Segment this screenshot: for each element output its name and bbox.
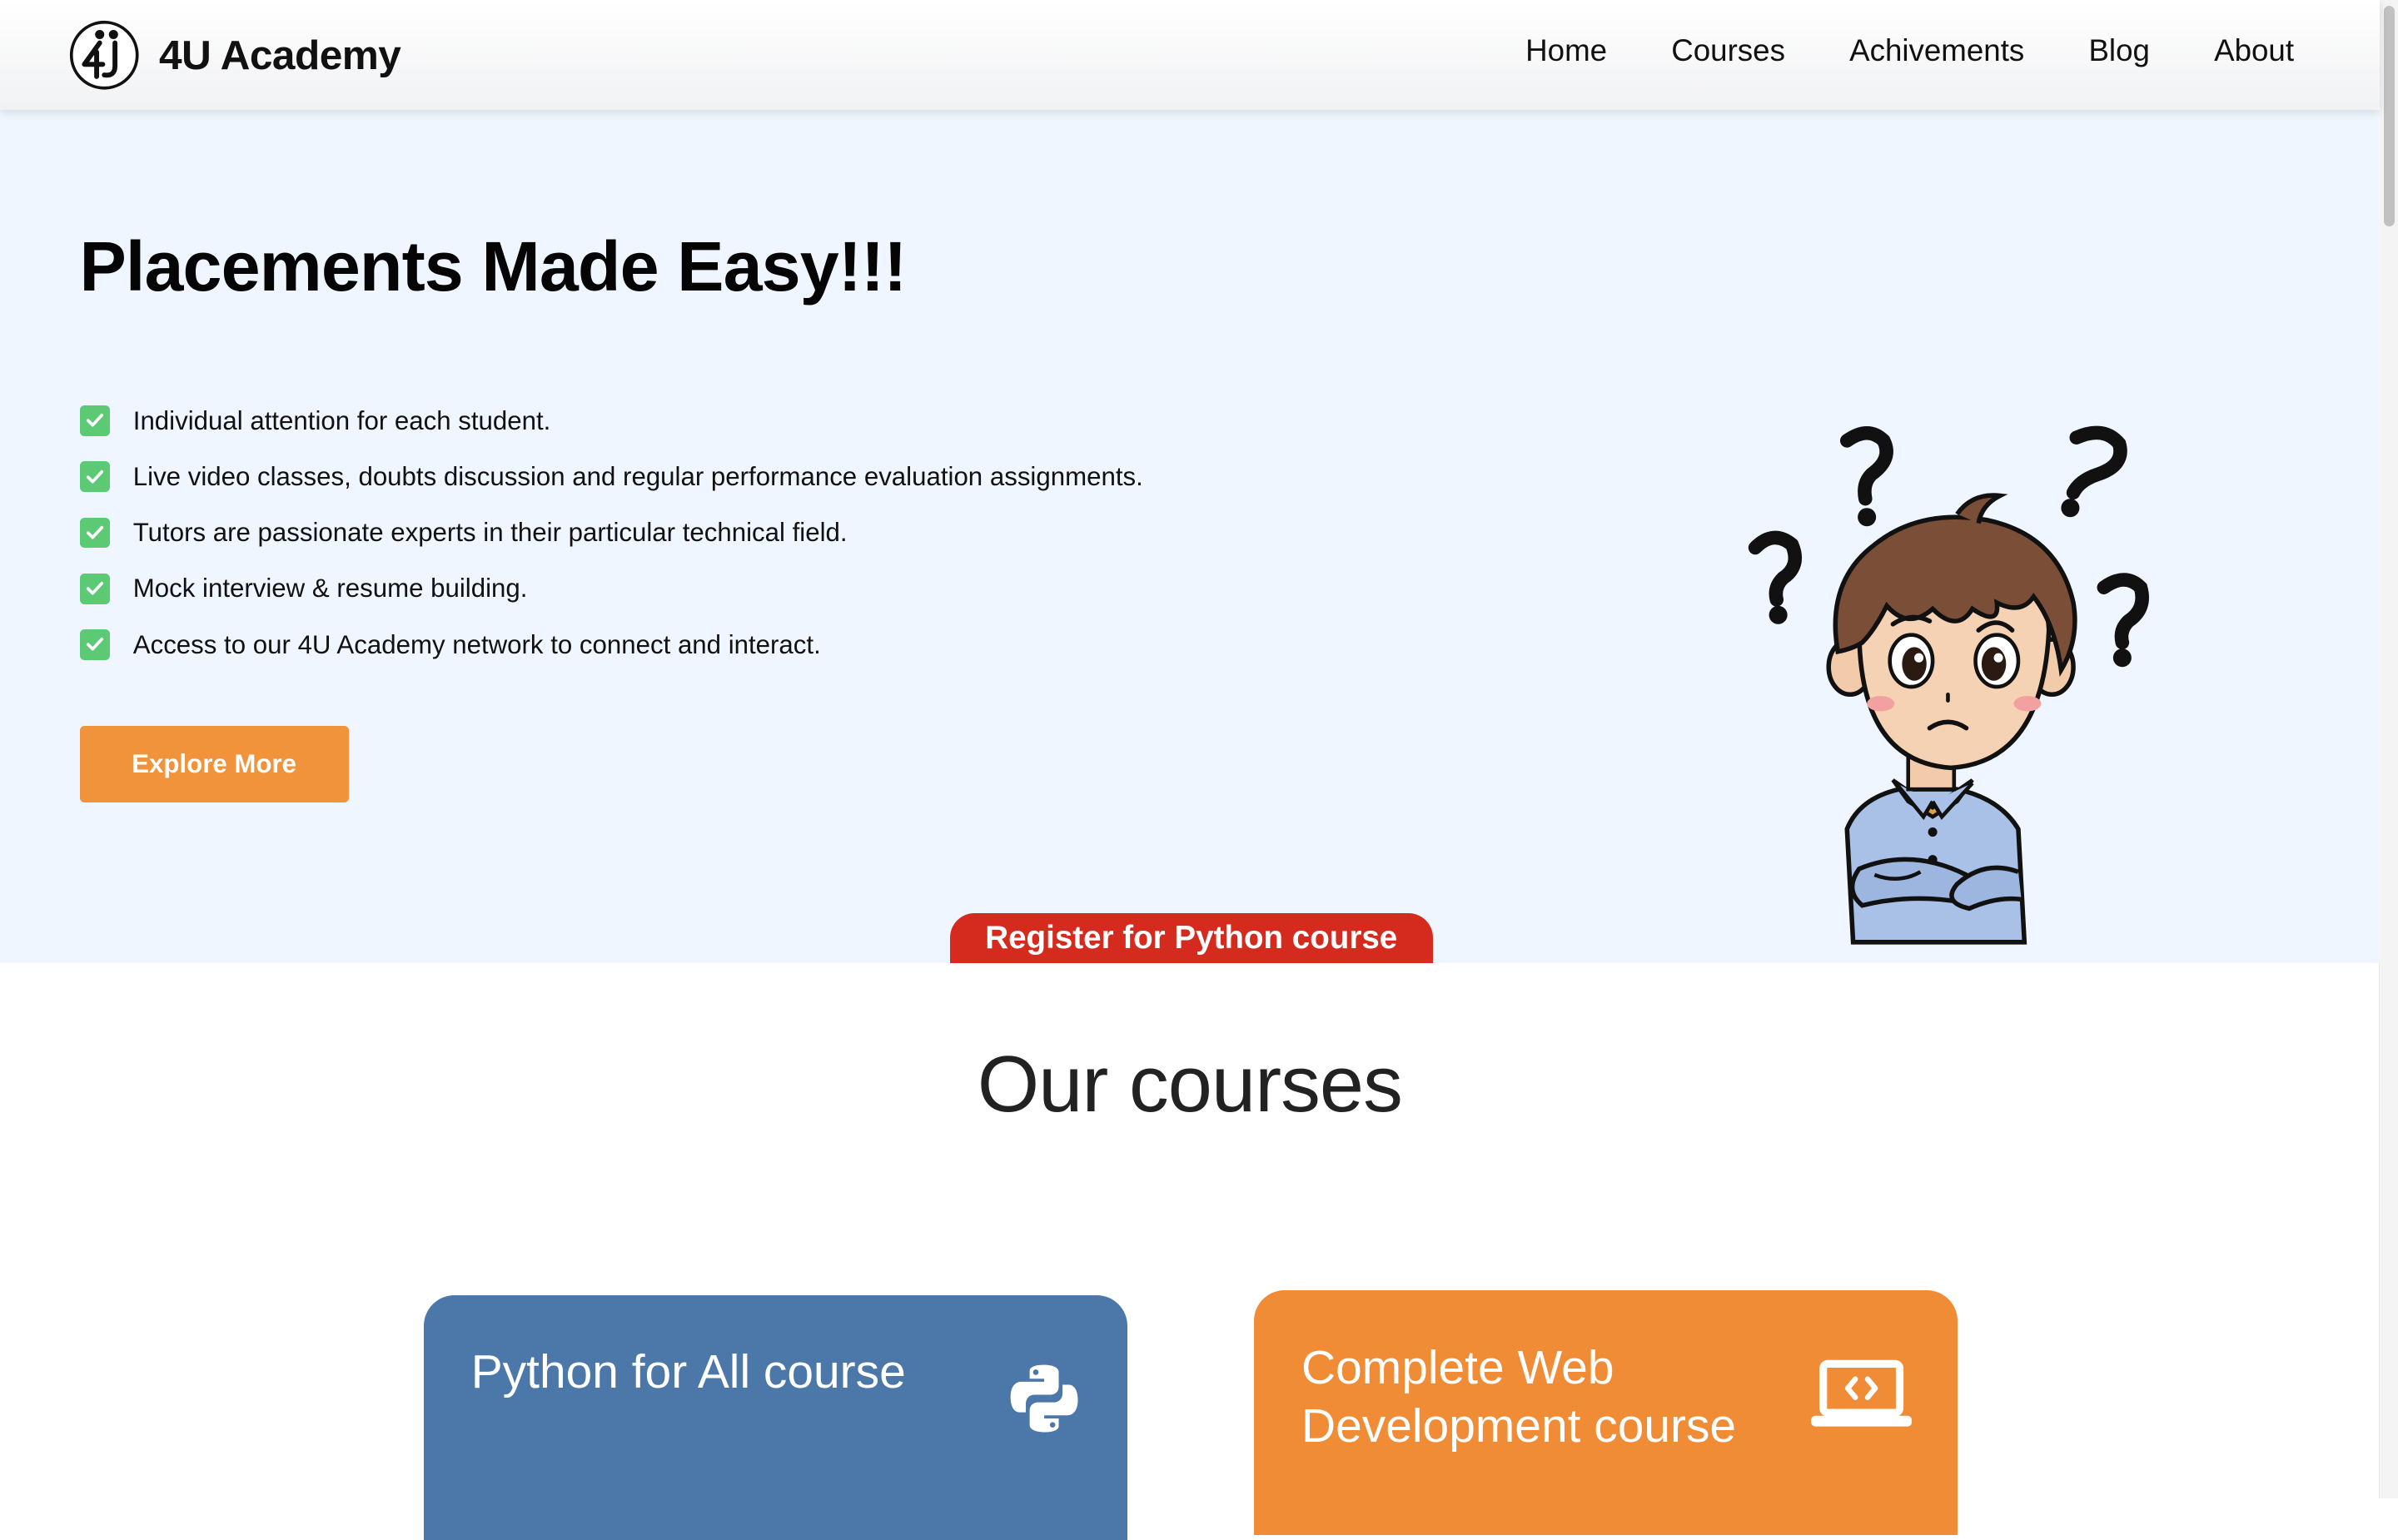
- page-scrollbar[interactable]: [2378, 0, 2398, 1498]
- courses-heading: Our courses: [977, 1040, 1403, 1129]
- python-icon: [1011, 1365, 1078, 1433]
- feature-list: Individual attention for each student. L…: [79, 393, 1143, 673]
- 4u-logo-icon: [69, 20, 139, 90]
- navbar: 4U Academy Home Courses Achivements Blog…: [0, 0, 2380, 111]
- feature-item: Live video classes, doubts discussion an…: [79, 449, 1143, 504]
- feature-text: Live video classes, doubts discussion an…: [132, 461, 1143, 491]
- feature-item: Individual attention for each student.: [79, 393, 1143, 449]
- hero-section: Placements Made Easy!!! Individual atten…: [0, 110, 2380, 964]
- nav-achivements[interactable]: Achivements: [1849, 33, 2024, 68]
- feature-text: Mock interview & resume building.: [132, 574, 528, 604]
- feature-item: Tutors are passionate experts in their p…: [79, 504, 1143, 560]
- check-icon: [79, 629, 111, 660]
- course-card-title: Complete Web Development course: [1301, 1340, 1737, 1453]
- course-card-python[interactable]: Python for All course: [423, 1294, 1127, 1540]
- feature-text: Tutors are passionate experts in their p…: [132, 518, 848, 548]
- main-nav: Home Courses Achivements Blog About: [1525, 33, 2294, 68]
- laptop-code-icon: [1810, 1359, 1912, 1427]
- brand[interactable]: 4U Academy: [69, 20, 401, 90]
- feature-item: Access to our 4U Academy network to conn…: [79, 617, 1143, 673]
- check-icon: [79, 517, 111, 549]
- feature-text: Access to our 4U Academy network to conn…: [132, 629, 821, 659]
- nav-courses[interactable]: Courses: [1671, 33, 1785, 68]
- check-icon: [79, 405, 111, 436]
- course-card-title: Python for All course: [470, 1345, 906, 1399]
- nav-home[interactable]: Home: [1525, 33, 1607, 68]
- nav-blog[interactable]: Blog: [2088, 33, 2150, 68]
- nav-about[interactable]: About: [2214, 33, 2294, 68]
- feature-text: Individual attention for each student.: [132, 405, 551, 435]
- confused-student-illustration: [1749, 425, 2150, 945]
- check-icon: [79, 573, 111, 604]
- check-icon: [79, 461, 111, 493]
- scrollbar-thumb[interactable]: [2384, 6, 2396, 226]
- explore-more-button[interactable]: Explore More: [79, 726, 349, 803]
- register-python-tab[interactable]: Register for Python course: [949, 912, 1433, 964]
- feature-item: Mock interview & resume building.: [79, 561, 1143, 617]
- brand-name: 4U Academy: [159, 32, 401, 79]
- hero-title: Placements Made Easy!!!: [79, 226, 908, 306]
